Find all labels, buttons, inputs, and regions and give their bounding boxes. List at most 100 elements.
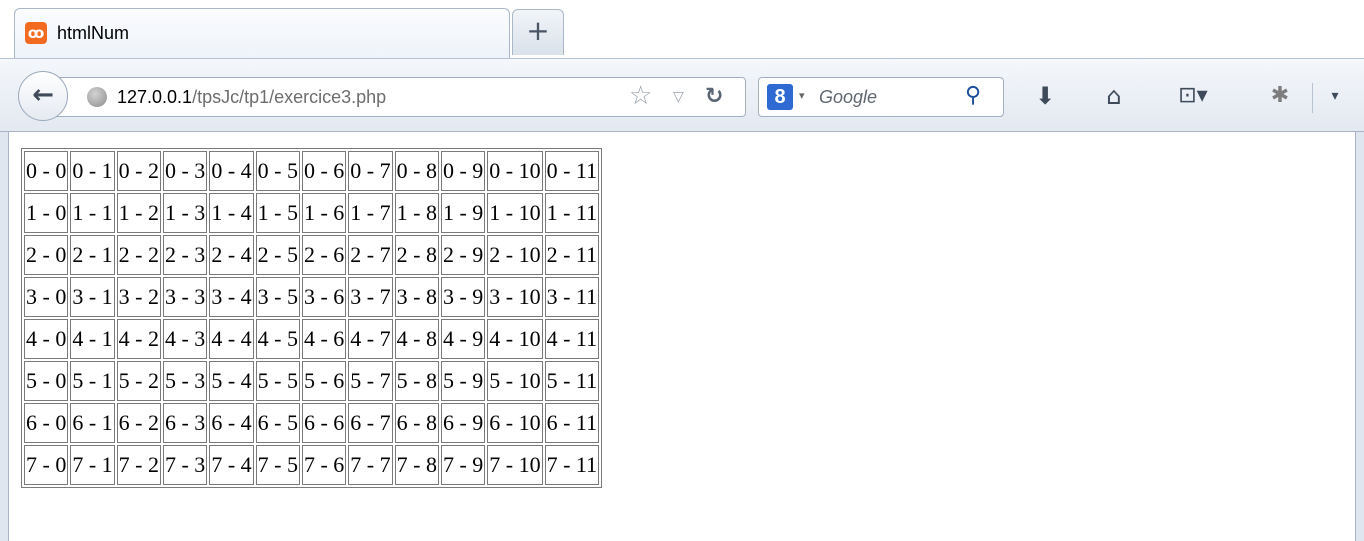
url-bar[interactable]: 127.0.0.1/tpsJc/tp1/exercice3.php ☆ ▽ ↻ <box>56 77 746 117</box>
back-button[interactable]: ← <box>18 71 68 121</box>
toolbar-divider <box>1312 83 1313 113</box>
table-cell: 1 - 2 <box>116 193 161 233</box>
table-row: 6 - 06 - 16 - 26 - 36 - 46 - 56 - 66 - 7… <box>24 403 600 443</box>
xampp-favicon-icon: ꝏ <box>25 22 47 44</box>
table-cell: 0 - 4 <box>209 151 254 191</box>
table-body: 0 - 00 - 10 - 20 - 30 - 40 - 50 - 60 - 7… <box>24 151 600 485</box>
table-row: 7 - 07 - 17 - 27 - 37 - 47 - 57 - 67 - 7… <box>24 445 600 485</box>
engine-dropdown-icon[interactable]: ▾ <box>799 88 805 104</box>
table-cell: 4 - 7 <box>348 319 393 359</box>
table-cell: 5 - 10 <box>487 361 543 401</box>
table-row: 5 - 05 - 15 - 25 - 35 - 45 - 55 - 65 - 7… <box>24 361 600 401</box>
table-cell: 7 - 4 <box>209 445 254 485</box>
table-cell: 2 - 4 <box>209 235 254 275</box>
menu-dropdown-icon[interactable]: ▾ <box>1320 79 1350 113</box>
table-cell: 2 - 6 <box>301 235 347 275</box>
table-cell: 3 - 1 <box>70 277 115 317</box>
table-cell: 6 - 1 <box>70 403 115 443</box>
table-cell: 2 - 0 <box>24 235 69 275</box>
number-table: 0 - 00 - 10 - 20 - 30 - 40 - 50 - 60 - 7… <box>21 148 603 488</box>
search-icon[interactable]: ⚲ <box>965 81 981 111</box>
table-cell: 5 - 9 <box>440 361 486 401</box>
table-cell: 6 - 6 <box>301 403 347 443</box>
navigation-toolbar: ← 127.0.0.1/tpsJc/tp1/exercice3.php ☆ ▽ … <box>0 58 1364 132</box>
table-cell: 7 - 10 <box>487 445 543 485</box>
table-cell: 0 - 7 <box>348 151 393 191</box>
table-cell: 4 - 2 <box>116 319 161 359</box>
table-cell: 5 - 5 <box>255 361 300 401</box>
table-cell: 1 - 3 <box>162 193 208 233</box>
table-cell: 0 - 5 <box>255 151 300 191</box>
table-cell: 7 - 2 <box>116 445 161 485</box>
table-cell: 4 - 4 <box>209 319 254 359</box>
table-cell: 2 - 2 <box>116 235 161 275</box>
table-cell: 7 - 11 <box>544 445 600 485</box>
table-cell: 1 - 0 <box>24 193 69 233</box>
table-cell: 2 - 7 <box>348 235 393 275</box>
table-cell: 1 - 10 <box>487 193 543 233</box>
table-cell: 1 - 5 <box>255 193 300 233</box>
table-cell: 7 - 7 <box>348 445 393 485</box>
table-row: 2 - 02 - 12 - 22 - 32 - 42 - 52 - 62 - 7… <box>24 235 600 275</box>
history-dropmarker-icon[interactable]: ▽ <box>673 86 684 108</box>
table-row: 0 - 00 - 10 - 20 - 30 - 40 - 50 - 60 - 7… <box>24 151 600 191</box>
table-cell: 2 - 9 <box>440 235 486 275</box>
search-bar[interactable]: 8 ▾ Google ⚲ <box>758 77 1004 117</box>
table-cell: 2 - 1 <box>70 235 115 275</box>
table-cell: 5 - 1 <box>70 361 115 401</box>
table-cell: 0 - 11 <box>544 151 600 191</box>
bookmark-star-icon[interactable]: ☆ <box>629 81 652 111</box>
globe-icon[interactable] <box>87 87 107 107</box>
table-cell: 5 - 8 <box>394 361 439 401</box>
google-icon[interactable]: 8 <box>767 84 793 110</box>
url-host: 127.0.0.1 <box>117 87 193 107</box>
search-input[interactable]: Google <box>819 87 877 108</box>
download-icon[interactable]: ⬇ <box>1030 79 1060 113</box>
table-cell: 7 - 5 <box>255 445 300 485</box>
table-cell: 3 - 11 <box>544 277 600 317</box>
table-cell: 4 - 1 <box>70 319 115 359</box>
table-cell: 7 - 0 <box>24 445 69 485</box>
table-cell: 3 - 10 <box>487 277 543 317</box>
bookmarks-menu-icon[interactable]: ⊡▾ <box>1170 79 1216 113</box>
table-cell: 3 - 4 <box>209 277 254 317</box>
table-cell: 0 - 10 <box>487 151 543 191</box>
table-cell: 6 - 2 <box>116 403 161 443</box>
url-path: /tpsJc/tp1/exercice3.php <box>192 87 387 107</box>
table-cell: 5 - 7 <box>348 361 393 401</box>
table-cell: 6 - 4 <box>209 403 254 443</box>
table-cell: 5 - 2 <box>116 361 161 401</box>
table-cell: 0 - 2 <box>116 151 161 191</box>
table-cell: 7 - 8 <box>394 445 439 485</box>
table-cell: 0 - 0 <box>24 151 69 191</box>
table-cell: 1 - 4 <box>209 193 254 233</box>
table-cell: 1 - 8 <box>394 193 439 233</box>
reload-icon[interactable]: ↻ <box>705 82 723 112</box>
table-cell: 4 - 3 <box>162 319 208 359</box>
table-cell: 3 - 9 <box>440 277 486 317</box>
tab-title: htmlNum <box>57 23 130 43</box>
table-cell: 7 - 6 <box>301 445 347 485</box>
table-cell: 1 - 7 <box>348 193 393 233</box>
table-cell: 3 - 7 <box>348 277 393 317</box>
table-cell: 5 - 11 <box>544 361 600 401</box>
table-row: 4 - 04 - 14 - 24 - 34 - 44 - 54 - 64 - 7… <box>24 319 600 359</box>
table-cell: 2 - 3 <box>162 235 208 275</box>
table-cell: 1 - 6 <box>301 193 347 233</box>
table-cell: 7 - 1 <box>70 445 115 485</box>
table-cell: 4 - 10 <box>487 319 543 359</box>
table-cell: 5 - 6 <box>301 361 347 401</box>
url-text[interactable]: 127.0.0.1/tpsJc/tp1/exercice3.php <box>117 87 386 108</box>
table-cell: 6 - 10 <box>487 403 543 443</box>
new-tab-button[interactable]: + <box>512 9 564 55</box>
tab-htmlnum[interactable]: ꝏ htmlNum <box>14 8 510 58</box>
table-cell: 4 - 11 <box>544 319 600 359</box>
table-cell: 6 - 3 <box>162 403 208 443</box>
addon-icon[interactable]: ✱ <box>1262 79 1298 113</box>
table-cell: 0 - 8 <box>394 151 439 191</box>
table-cell: 6 - 11 <box>544 403 600 443</box>
table-cell: 4 - 8 <box>394 319 439 359</box>
table-cell: 1 - 1 <box>70 193 115 233</box>
table-cell: 5 - 0 <box>24 361 69 401</box>
home-icon[interactable]: ⌂ <box>1098 79 1130 113</box>
